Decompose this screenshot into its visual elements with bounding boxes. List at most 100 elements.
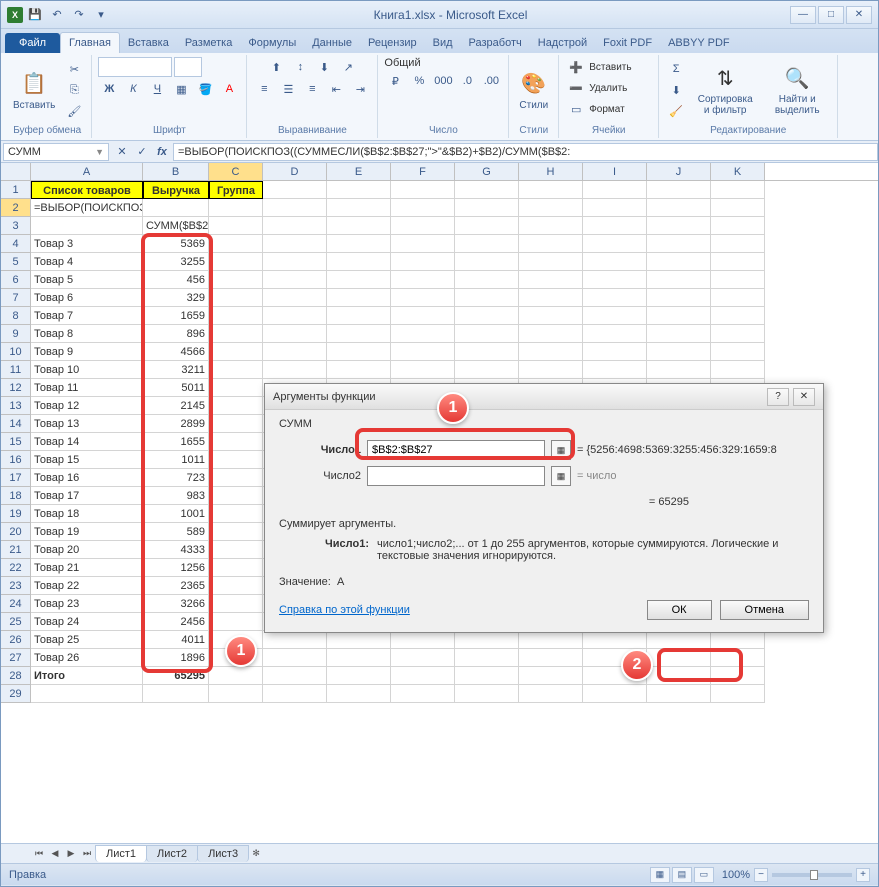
tab-view[interactable]: Вид (425, 33, 461, 53)
prev-sheet-icon[interactable]: ◀ (47, 846, 63, 862)
row-header[interactable]: 11 (1, 361, 31, 379)
tab-review[interactable]: Рецензир (360, 33, 425, 53)
cell[interactable] (647, 289, 711, 307)
cell[interactable] (519, 649, 583, 667)
dialog-titlebar[interactable]: Аргументы функции ? ✕ (265, 384, 823, 410)
cell[interactable] (263, 685, 327, 703)
cell[interactable] (455, 325, 519, 343)
cell[interactable] (583, 307, 647, 325)
cell[interactable] (711, 289, 765, 307)
cell[interactable] (583, 685, 647, 703)
cell[interactable]: 983 (143, 487, 209, 505)
cell[interactable] (327, 667, 391, 685)
arg1-ref-button[interactable]: ▦ (551, 440, 571, 460)
cell[interactable] (209, 253, 263, 271)
cell[interactable] (263, 631, 327, 649)
cell[interactable]: Товар 25 (31, 631, 143, 649)
row-header[interactable]: 8 (1, 307, 31, 325)
cell[interactable]: 896 (143, 325, 209, 343)
cell[interactable] (263, 649, 327, 667)
cell[interactable] (263, 361, 327, 379)
comma-icon[interactable]: 000 (432, 71, 454, 91)
row-header[interactable]: 1 (1, 181, 31, 199)
ok-button[interactable]: ОК (647, 600, 712, 620)
dialog-close-button[interactable]: ✕ (793, 388, 815, 406)
cell[interactable] (583, 343, 647, 361)
row-header[interactable]: 13 (1, 397, 31, 415)
cell[interactable] (263, 667, 327, 685)
cell[interactable] (327, 343, 391, 361)
accept-formula-icon[interactable]: ✓ (133, 143, 151, 161)
arg1-input[interactable] (367, 440, 545, 460)
cell[interactable] (455, 271, 519, 289)
cell[interactable]: 4566 (143, 343, 209, 361)
cell[interactable] (583, 199, 647, 217)
cell[interactable] (209, 451, 263, 469)
cell[interactable] (263, 253, 327, 271)
cell[interactable] (209, 487, 263, 505)
normal-view-icon[interactable]: ▦ (650, 867, 670, 883)
cell[interactable] (327, 217, 391, 235)
cell[interactable]: =ВЫБОР(ПОИСКПОЗ((СУМ (31, 199, 143, 217)
cell[interactable] (711, 361, 765, 379)
chevron-down-icon[interactable]: ▼ (95, 147, 104, 157)
cell[interactable]: 1896 (143, 649, 209, 667)
cell[interactable] (263, 235, 327, 253)
cell[interactable]: Товар 16 (31, 469, 143, 487)
cell[interactable] (263, 325, 327, 343)
cell[interactable] (519, 361, 583, 379)
cell[interactable]: 329 (143, 289, 209, 307)
cell[interactable] (455, 253, 519, 271)
col-header-b[interactable]: B (143, 163, 209, 180)
cell[interactable] (647, 199, 711, 217)
cell[interactable] (209, 433, 263, 451)
cell[interactable] (391, 181, 455, 199)
cell[interactable]: 589 (143, 523, 209, 541)
align-bot-icon[interactable]: ⬇ (313, 57, 335, 77)
paste-button[interactable]: 📋 Вставить (9, 68, 59, 113)
cell[interactable]: Товар 20 (31, 541, 143, 559)
cell[interactable] (263, 217, 327, 235)
col-header-c[interactable]: C (209, 163, 263, 180)
cell[interactable]: Товар 5 (31, 271, 143, 289)
row-header[interactable]: 5 (1, 253, 31, 271)
cell[interactable] (327, 271, 391, 289)
tab-insert[interactable]: Вставка (120, 33, 177, 53)
col-header-d[interactable]: D (263, 163, 327, 180)
cell[interactable] (209, 361, 263, 379)
font-name-select[interactable] (98, 57, 172, 77)
file-tab[interactable]: Файл (5, 33, 60, 53)
cell[interactable]: Товар 18 (31, 505, 143, 523)
cell[interactable] (143, 199, 209, 217)
number-format-select[interactable]: Общий (384, 57, 454, 69)
cell[interactable]: Итого (31, 667, 143, 685)
row-header[interactable]: 10 (1, 343, 31, 361)
cell[interactable] (263, 343, 327, 361)
cell[interactable] (391, 343, 455, 361)
cell[interactable] (455, 649, 519, 667)
formula-bar[interactable]: =ВЫБОР(ПОИСКПОЗ((СУММЕСЛИ($B$2:$B$27;">"… (173, 143, 878, 161)
cell[interactable]: 2456 (143, 613, 209, 631)
row-header[interactable]: 29 (1, 685, 31, 703)
col-header-a[interactable]: A (31, 163, 143, 180)
cell[interactable]: 1655 (143, 433, 209, 451)
cell[interactable] (263, 181, 327, 199)
row-header[interactable]: 3 (1, 217, 31, 235)
col-header-e[interactable]: E (327, 163, 391, 180)
cell[interactable]: Товар 13 (31, 415, 143, 433)
cell[interactable] (711, 235, 765, 253)
cell[interactable] (519, 307, 583, 325)
cell[interactable] (209, 559, 263, 577)
cell[interactable] (647, 343, 711, 361)
cell[interactable] (209, 667, 263, 685)
cell[interactable] (391, 289, 455, 307)
row-header[interactable]: 24 (1, 595, 31, 613)
cell[interactable]: Выручка (143, 181, 209, 199)
col-header-h[interactable]: H (519, 163, 583, 180)
cell[interactable] (209, 523, 263, 541)
tab-addins[interactable]: Надстрой (530, 33, 595, 53)
cell[interactable]: Группа (209, 181, 263, 199)
cell[interactable]: 4333 (143, 541, 209, 559)
tab-home[interactable]: Главная (60, 32, 120, 53)
cell[interactable] (209, 235, 263, 253)
